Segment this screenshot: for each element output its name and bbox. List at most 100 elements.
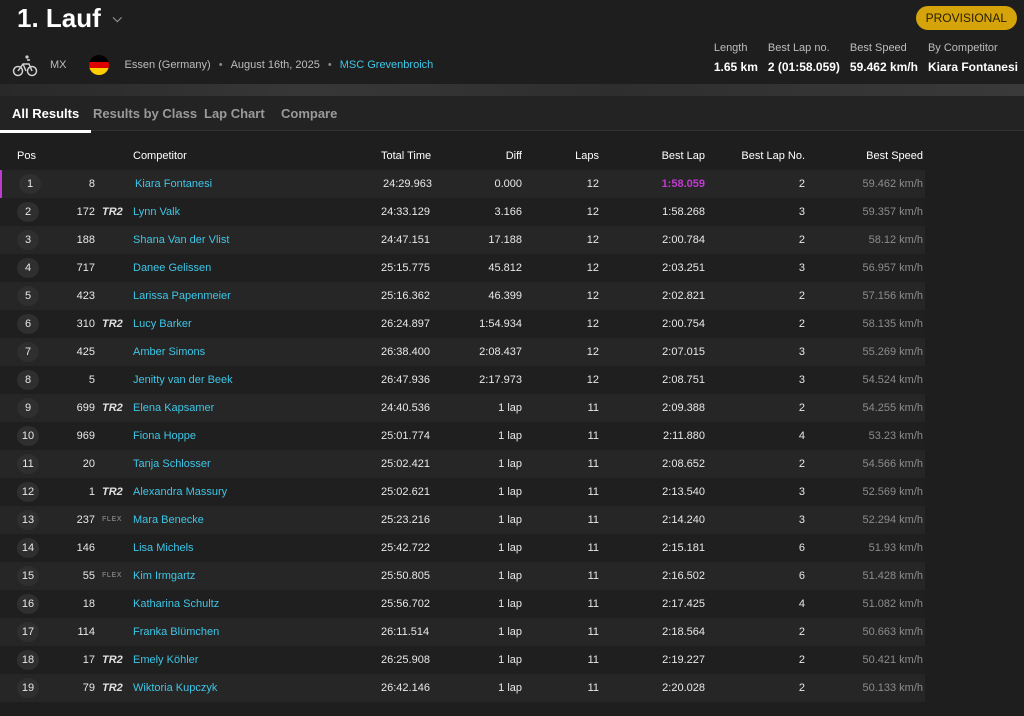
competitor-link[interactable]: Katharina Schultz xyxy=(133,598,219,610)
tab-lap-chart[interactable]: Lap Chart xyxy=(204,106,265,121)
competitor-link[interactable]: Alexandra Massury xyxy=(133,486,227,498)
laps: 11 xyxy=(587,570,599,582)
table-row[interactable]: 2 172 Lynn Valk 24:33.129 3.166 12 1:58.268 3 59… xyxy=(0,198,925,226)
table-row[interactable]: 5 423 Larissa Papenmeier 25:16.362 46.399 12 2… xyxy=(0,282,925,310)
race-title-text: 1. Lauf xyxy=(17,3,101,33)
start-number: 18 xyxy=(82,598,95,610)
competitor-link[interactable]: Amber Simons xyxy=(133,346,205,358)
column-header-diff[interactable]: Diff xyxy=(506,150,522,162)
status-badge: PROVISIONAL xyxy=(915,6,1017,30)
best-speed: 51.082 km/h xyxy=(862,598,923,610)
diff: 1 lap xyxy=(498,598,522,610)
chevron-down-icon[interactable]: ⌵ xyxy=(113,11,122,26)
competitor-link[interactable]: Fiona Hoppe xyxy=(133,430,196,442)
competitor-link[interactable]: Mara Benecke xyxy=(133,514,204,526)
stat-label: By Competitor xyxy=(927,42,998,54)
position-badge: 1 xyxy=(19,174,41,194)
table-row[interactable]: 17 114 Franka Blümchen 26:11.514 1 lap 11 2:18… xyxy=(0,618,925,646)
competitor-link[interactable]: Danee Gelissen xyxy=(133,262,211,274)
table-row[interactable]: 9 699 Elena Kapsamer 24:40.536 1 lap 11 2:09.3… xyxy=(0,394,925,422)
column-header-competitor[interactable]: Competitor xyxy=(133,150,187,162)
competitor-link[interactable]: Lucy Barker xyxy=(133,318,192,330)
best-speed: 52.294 km/h xyxy=(862,514,923,526)
tab-all-results[interactable]: All Results xyxy=(0,106,92,133)
table-row[interactable]: 7 425 Amber Simons 26:38.400 2:08.437 12 2:07.… xyxy=(0,338,925,366)
position-badge: 9 xyxy=(17,398,39,418)
competitor-link[interactable]: Emely Köhler xyxy=(133,654,198,666)
laps: 11 xyxy=(587,626,599,638)
best-speed: 50.421 km/h xyxy=(862,654,923,666)
table-row[interactable]: 10 969 Fiona Hoppe 25:01.774 1 lap 11 2:11.880… xyxy=(0,422,925,450)
competitor-link[interactable]: Tanja Schlosser xyxy=(133,458,211,470)
start-number: 423 xyxy=(76,290,95,302)
competitor-link[interactable]: Elena Kapsamer xyxy=(133,402,214,414)
column-header-total-time[interactable]: Total Time xyxy=(381,150,431,162)
table-row[interactable]: 16 18 Katharina Schultz 25:56.702 1 lap 11 2:1… xyxy=(0,590,925,618)
table-row[interactable]: 14 146 Lisa Michels 25:42.722 1 lap 11 2:15.18… xyxy=(0,534,925,562)
best-lap: 2:15.181 xyxy=(662,542,705,554)
start-number: 55 xyxy=(82,570,95,582)
laps: 12 xyxy=(586,374,599,386)
column-header-pos[interactable]: Pos xyxy=(17,150,36,162)
table-row[interactable]: 1 8 Kiara Fontanesi 24:29.963 0.000 12 1:58.05… xyxy=(0,170,925,198)
column-header-best-lap[interactable]: Best Lap xyxy=(662,150,705,162)
start-number: 237 xyxy=(76,514,95,526)
best-lap-no: 3 xyxy=(798,346,805,358)
best-lap-no: 3 xyxy=(798,486,805,498)
table-row[interactable]: 12 1 Alexandra Massury 25:02.621 1 lap 11 2:13… xyxy=(0,478,925,506)
competitor-link[interactable]: Larissa Papenmeier xyxy=(133,290,231,302)
best-lap-no: 2 xyxy=(798,458,805,470)
total-time: 25:56.702 xyxy=(381,598,430,610)
best-speed: 53.23 km/h xyxy=(868,430,923,442)
total-time: 26:47.936 xyxy=(381,374,430,386)
best-lap: 2:07.015 xyxy=(662,346,705,358)
laps: 11 xyxy=(587,486,599,498)
best-speed: 58.135 km/h xyxy=(862,318,923,330)
column-header-laps[interactable]: Laps xyxy=(575,150,599,162)
table-row[interactable]: 6 310 Lucy Barker 26:24.897 1:54.934 12 2:00.7… xyxy=(0,310,925,338)
start-number: 188 xyxy=(76,234,95,246)
laps: 11 xyxy=(587,458,599,470)
table-row[interactable]: 11 20 Tanja Schlosser 25:02.421 1 lap 11 2:08.… xyxy=(0,450,925,478)
results-table: Pos Competitor Total Time Diff Laps Best… xyxy=(0,142,925,702)
table-row[interactable]: 4 717 Danee Gelissen 25:15.775 45.812 12 2:03.… xyxy=(0,254,925,282)
competitor-link[interactable]: Franka Blümchen xyxy=(133,626,219,638)
competitor-link[interactable]: Lisa Michels xyxy=(133,542,194,554)
competitor-link[interactable]: Kim Irmgartz xyxy=(133,570,195,582)
position-badge: 19 xyxy=(17,678,39,698)
laps: 12 xyxy=(586,290,599,302)
table-body: 1 8 Kiara Fontanesi 24:29.963 0.000 12 1:58.05… xyxy=(0,170,925,702)
stat-best-speed: Best Speed 59.462 km/h xyxy=(850,42,918,74)
diff: 17.188 xyxy=(488,234,522,246)
best-lap-no: 6 xyxy=(798,570,805,582)
table-row[interactable]: 15 55 Kim Irmgartz 25:50.805 1 lap 11 2:16.502… xyxy=(0,562,925,590)
competitor-link[interactable]: Shana Van der Vlist xyxy=(133,234,229,246)
best-lap: 2:13.540 xyxy=(662,486,705,498)
total-time: 25:02.421 xyxy=(381,458,430,470)
table-row[interactable]: 19 79 Wiktoria Kupczyk 26:42.146 1 lap 11 2:20… xyxy=(0,674,925,702)
total-time: 26:24.897 xyxy=(381,318,430,330)
tab-compare[interactable]: Compare xyxy=(281,106,337,121)
competitor-link[interactable]: Wiktoria Kupczyk xyxy=(133,682,217,694)
best-speed: 54.255 km/h xyxy=(862,402,923,414)
best-lap: 2:00.754 xyxy=(662,318,705,330)
diff: 1 lap xyxy=(498,402,522,414)
best-lap: 2:09.388 xyxy=(662,402,705,414)
competitor-link[interactable]: Jenitty van der Beek xyxy=(133,374,233,386)
competitor-link[interactable]: Lynn Valk xyxy=(133,206,180,218)
race-title[interactable]: 1. Lauf ⌵ xyxy=(17,3,122,34)
laps: 11 xyxy=(587,514,599,526)
column-header-best-lap-no[interactable]: Best Lap No. xyxy=(741,150,805,162)
table-row[interactable]: 3 188 Shana Van der Vlist 24:47.151 17.188 12… xyxy=(0,226,925,254)
table-row[interactable]: 13 237 Mara Benecke 25:23.216 1 lap 11 2:14.24… xyxy=(0,506,925,534)
competitor-link[interactable]: Kiara Fontanesi xyxy=(135,178,212,190)
table-row[interactable]: 8 5 Jenitty van der Beek 26:47.936 2:17.973 1… xyxy=(0,366,925,394)
tab-results-by-class[interactable]: Results by Class xyxy=(93,106,197,121)
table-row[interactable]: 18 17 Emely Köhler 26:25.908 1 lap 11 2:19.227… xyxy=(0,646,925,674)
best-speed: 50.133 km/h xyxy=(862,682,923,694)
club-link[interactable]: MSC Grevenbroich xyxy=(340,59,434,71)
total-time: 26:38.400 xyxy=(381,346,430,358)
position-badge: 14 xyxy=(17,538,39,558)
column-header-best-speed[interactable]: Best Speed xyxy=(866,150,923,162)
diff: 1 lap xyxy=(498,542,522,554)
